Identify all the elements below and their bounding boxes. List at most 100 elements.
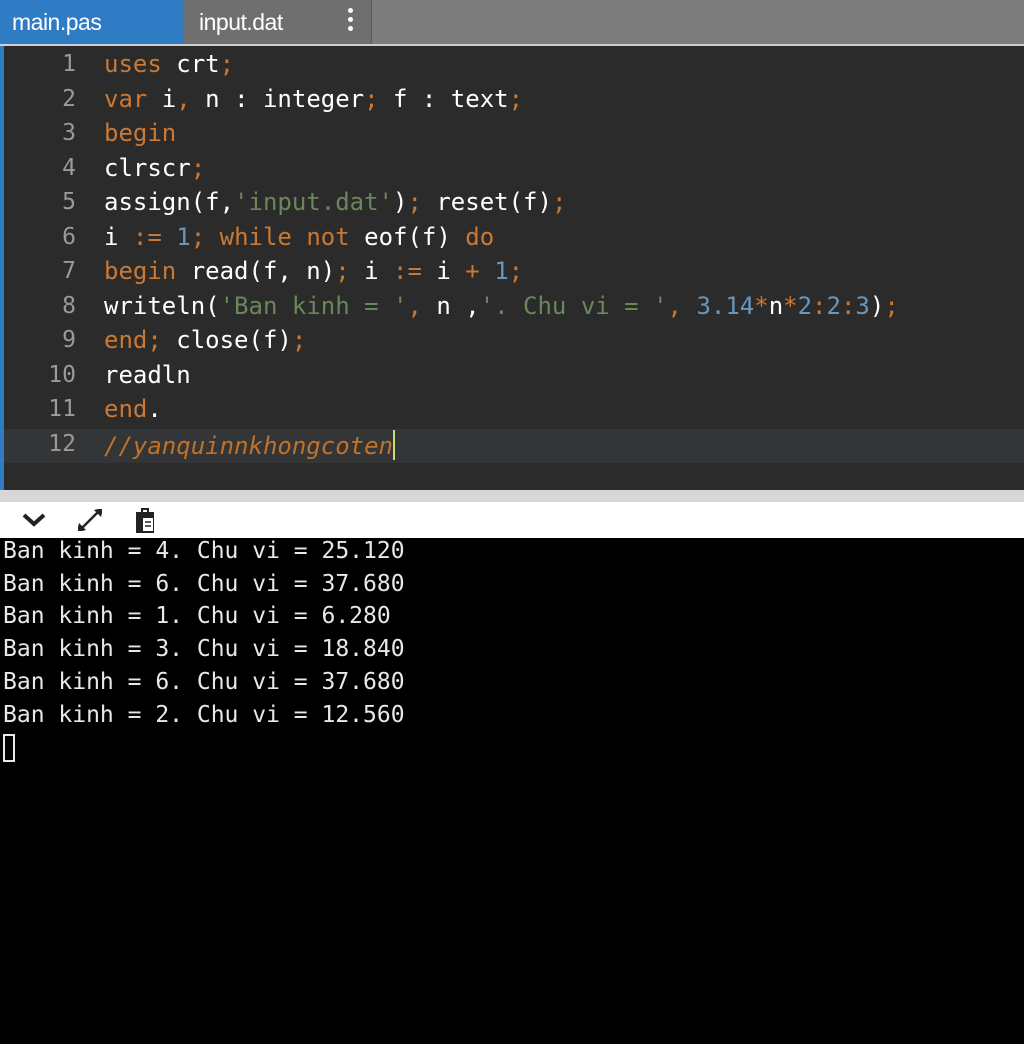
code-line[interactable]: 10 readln <box>4 360 1024 394</box>
console-line: Ban kinh = 4. Chu vi = 25.120 <box>3 538 405 564</box>
vertical-dots-icon[interactable] <box>343 6 357 34</box>
code-token: '. Chu vi = ' <box>479 291 668 320</box>
code-token: := <box>393 257 422 285</box>
console-line: Ban kinh = 6. Chu vi = 37.680 <box>3 570 405 597</box>
clipboard-icon[interactable] <box>130 505 160 535</box>
code-line[interactable]: 9 end; close(f); <box>4 325 1024 359</box>
code-token: crt <box>161 50 220 78</box>
code-line[interactable]: 8 writeln('Ban kinh = ', n ,'. Chu vi = '… <box>4 291 1024 325</box>
code-token: . <box>147 395 162 423</box>
code-line[interactable]: 3 begin <box>4 118 1024 152</box>
code-token: writeln( <box>104 291 220 320</box>
code-token: i <box>104 222 133 251</box>
code-token: := <box>132 222 162 251</box>
code-text: end; close(f); <box>104 326 306 354</box>
code-token: ; <box>551 188 567 216</box>
code-text: writeln('Ban kinh = ', n ,'. Chu vi = ',… <box>104 292 899 320</box>
code-token: end; <box>104 326 162 354</box>
console-line: Ban kinh = 6. Chu vi = 37.680 <box>3 668 405 695</box>
code-token: do <box>465 222 495 251</box>
code-text: i := 1; while not eof(f) do <box>104 223 494 251</box>
code-token: ; <box>364 84 379 113</box>
line-number: 12 <box>48 430 76 457</box>
code-line[interactable]: 11 end. <box>4 394 1024 428</box>
line-number: 1 <box>62 51 76 77</box>
code-token: assign(f, <box>104 188 235 216</box>
code-line[interactable]: 4 clrscr; <box>4 153 1024 187</box>
code-line[interactable]: 1 uses crt; <box>4 49 1024 83</box>
code-token: 3.14 <box>696 291 755 320</box>
code-token: reset(f) <box>421 188 552 216</box>
line-number: 3 <box>62 120 76 146</box>
code-token: begin <box>104 119 177 147</box>
code-editor[interactable]: 1 uses crt; 2 var i, n : integer; f : text;… <box>0 46 1024 492</box>
panel-resizer[interactable] <box>0 490 1024 502</box>
code-token: ; <box>190 222 206 251</box>
code-token: : <box>812 291 827 320</box>
code-token: begin <box>104 257 177 285</box>
tab-main-pas[interactable]: main.pas <box>0 0 184 44</box>
code-token: ) <box>869 291 885 320</box>
code-text: clrscr; <box>104 154 205 182</box>
code-token: + <box>465 257 480 285</box>
code-token: , <box>407 291 422 320</box>
code-token: ; <box>508 257 524 285</box>
code-line[interactable]: 12 //yanquinnkhongcoten <box>4 428 1024 463</box>
code-token: read(f, n) <box>176 257 336 285</box>
code-token: 1 <box>176 222 191 251</box>
code-token: * <box>754 291 769 320</box>
console-line: Ban kinh = 2. Chu vi = 12.560 <box>3 701 405 728</box>
code-token: n , <box>421 291 480 320</box>
code-token: while not <box>219 222 350 251</box>
code-token: 'Ban kinh = ' <box>219 291 408 320</box>
code-token: i <box>147 84 177 113</box>
code-token: ; <box>335 257 350 285</box>
line-number: 2 <box>62 85 76 112</box>
console-cursor <box>3 734 15 762</box>
expand-arrows-icon[interactable] <box>75 505 105 535</box>
tab-label: input.dat <box>199 8 283 35</box>
code-token: clrscr <box>104 153 191 182</box>
code-token: f : text <box>378 84 509 113</box>
chevron-down-icon[interactable] <box>19 505 49 535</box>
code-token: , <box>667 291 682 320</box>
code-token: ; <box>884 291 899 320</box>
code-token: //yanquinnkhongcoten <box>104 431 393 460</box>
console-output[interactable]: Ban kinh = 4. Chu vi = 25.120 Ban kinh = … <box>0 538 1024 1044</box>
code-token: i <box>421 257 466 285</box>
console-toolbar <box>0 502 1024 538</box>
code-token: readln <box>104 360 191 389</box>
code-text: readln <box>104 361 191 389</box>
code-token: ; <box>219 50 235 78</box>
code-token: eof(f) <box>349 222 466 251</box>
code-token: n <box>768 291 784 320</box>
line-number: 6 <box>62 223 76 250</box>
code-token: i <box>349 257 394 285</box>
code-line[interactable]: 5 assign(f,'input.dat'); reset(f); <box>4 187 1024 221</box>
code-text: begin read(f, n); i := i + 1; <box>104 257 523 285</box>
line-number: 5 <box>62 189 76 215</box>
line-number: 9 <box>62 327 76 353</box>
code-text: assign(f,'input.dat'); reset(f); <box>104 188 566 216</box>
code-token: ; <box>291 326 307 354</box>
code-line[interactable]: 6 i := 1; while not eof(f) do <box>4 222 1024 256</box>
code-text: end. <box>104 395 162 423</box>
code-token: 1 <box>494 257 509 285</box>
console-line: Ban kinh = 3. Chu vi = 18.840 <box>3 636 405 663</box>
code-token: ; <box>407 188 422 216</box>
tab-bar: main.pas input.dat <box>0 0 1024 46</box>
code-text: uses crt; <box>104 50 234 78</box>
code-line[interactable]: 2 var i, n : integer; f : text; <box>4 84 1024 118</box>
code-line[interactable]: 7 begin read(f, n); i := i + 1; <box>4 256 1024 290</box>
code-token: 3 <box>855 291 870 320</box>
line-number: 7 <box>62 258 76 284</box>
console-line: Ban kinh = 1. Chu vi = 6.280 <box>3 603 391 630</box>
code-token: 2 <box>826 291 841 320</box>
code-token: ; <box>190 153 206 182</box>
line-number: 4 <box>62 154 76 181</box>
code-token: 'input.dat' <box>234 188 393 216</box>
code-token: end <box>104 395 148 423</box>
